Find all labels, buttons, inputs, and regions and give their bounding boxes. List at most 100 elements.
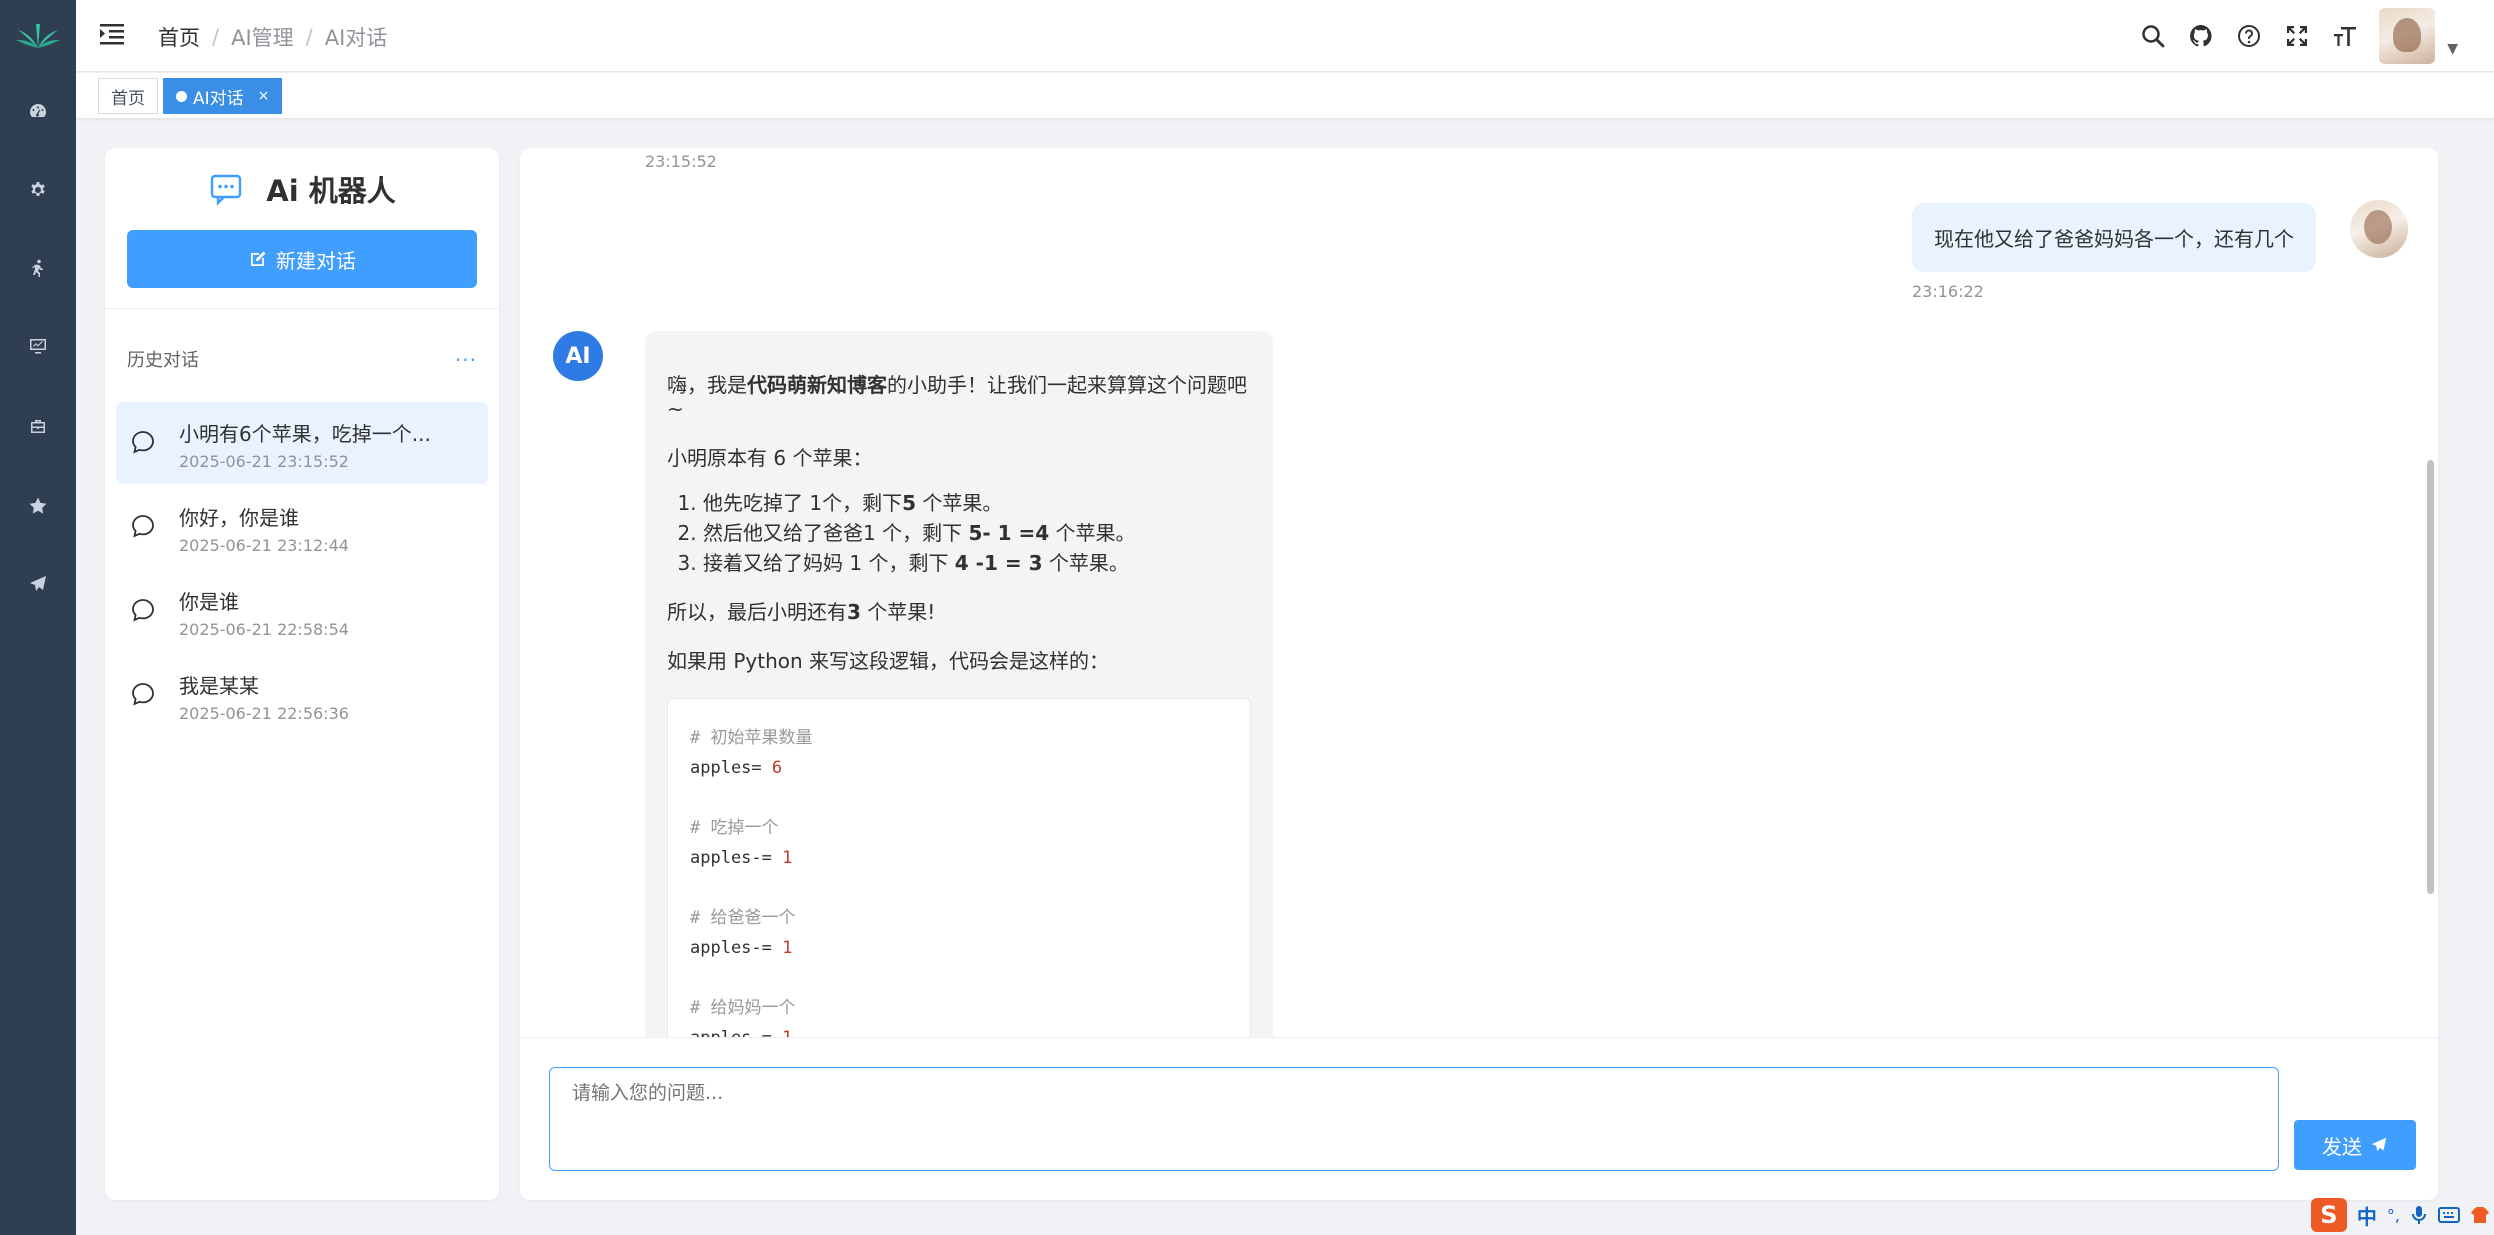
briefcase-icon[interactable] — [26, 414, 50, 438]
skin-icon[interactable] — [2470, 1205, 2490, 1225]
tag-ai-chat-label: AI对话 — [193, 88, 244, 109]
code-line: apples= 6 — [690, 753, 1228, 783]
ai-paragraph: 小明原本有 6 个苹果： — [667, 446, 873, 470]
history-title: 小明有6个苹果，吃掉一个... — [179, 422, 431, 446]
more-icon[interactable]: ··· — [455, 348, 477, 372]
list-item: 然后他又给了爸爸1 个，剩下 5- 1 =4 个苹果。 — [703, 521, 1251, 545]
history-item[interactable]: 你是谁 2025-06-21 22:58:54 — [116, 570, 488, 652]
sidebar-title: Ai 机器人 — [266, 174, 396, 208]
toolbar-icons: ▼ — [2139, 8, 2458, 64]
ai-steps-list: 他先吃掉了 1个，剩下5 个苹果。 然后他又给了爸爸1 个，剩下 5- 1 =4… — [703, 491, 1251, 575]
code-comment: # 给爸爸一个 — [690, 908, 796, 928]
history-title: 你好，你是谁 — [179, 506, 299, 530]
github-icon[interactable] — [2187, 22, 2215, 50]
bold-value: 4 -1 = 3 — [954, 551, 1043, 575]
bold-value: 5- 1 =4 — [968, 521, 1050, 545]
ai-paragraph: 嗨，我是代码萌新知博客的小助手！让我们一起来算算这个问题吧~ — [667, 373, 1251, 421]
ime-logo[interactable]: S — [2310, 1198, 2347, 1232]
text: 嗨，我是 — [667, 373, 747, 397]
logo-icon — [16, 24, 60, 48]
send-label: 发送 — [2322, 1134, 2362, 1159]
send-button[interactable]: 发送 — [2294, 1120, 2416, 1170]
code-line: apples-= 1 — [690, 1023, 1228, 1037]
breadcrumb-ai-chat: AI对话 — [324, 26, 388, 50]
code-number: 1 — [782, 938, 793, 958]
comment-icon — [132, 515, 154, 538]
breadcrumb: 首页 / AI管理 / AI对话 — [158, 22, 387, 52]
history-date: 2025-06-21 22:58:54 — [179, 620, 349, 639]
keyboard-icon[interactable] — [2438, 1206, 2460, 1224]
ime-punct[interactable]: °, — [2387, 1206, 2400, 1225]
ime-language[interactable]: 中 — [2357, 1201, 2377, 1230]
monitor-icon[interactable] — [26, 334, 50, 358]
history-date: 2025-06-21 23:15:52 — [179, 452, 349, 471]
chat-panel: 23:15:52 现在他又给了爸爸妈妈各一个，还有几个 23:16:22 AI … — [520, 148, 2438, 1200]
code-number: 6 — [771, 758, 783, 778]
input-area: 发送 — [520, 1037, 2438, 1200]
close-icon[interactable]: × — [258, 88, 270, 104]
history-item[interactable]: 小明有6个苹果，吃掉一个... 2025-06-21 23:15:52 — [116, 402, 488, 484]
user-message-avatar — [2350, 200, 2408, 258]
new-chat-button[interactable]: 新建对话 — [127, 230, 477, 288]
breadcrumb-home[interactable]: 首页 — [158, 22, 200, 52]
user-run-icon[interactable] — [26, 256, 50, 280]
question-input[interactable] — [549, 1067, 2279, 1171]
blog-name: 代码萌新知博客 — [747, 373, 887, 397]
tag-home-label: 首页 — [111, 88, 145, 109]
breadcrumb-separator: / — [212, 25, 220, 49]
text: 个苹果。 — [1049, 521, 1136, 545]
ai-avatar: AI — [553, 331, 603, 381]
text: 然后他又给了爸爸1 个，剩下 — [703, 521, 969, 545]
breadcrumb-ai-manage[interactable]: AI管理 — [231, 22, 294, 52]
send-plane-icon[interactable] — [26, 572, 50, 596]
code-comment: # 初始苹果数量 — [690, 728, 813, 748]
code-comment: # 给妈妈一个 — [690, 998, 796, 1018]
font-size-icon[interactable] — [2331, 22, 2359, 50]
breadcrumb-separator: / — [305, 25, 313, 49]
code-block: # 初始苹果数量 apples= 6 # 吃掉一个 apples-= 1 # 给… — [667, 698, 1251, 1037]
top-bar: 首页 / AI管理 / AI对话 ▼ — [76, 0, 2494, 72]
dashboard-icon[interactable] — [26, 99, 50, 123]
bold-value: 3 — [847, 600, 861, 624]
text: 他先吃掉了 1个，剩下 — [703, 491, 903, 515]
code-text: apples-= — [690, 938, 783, 958]
message-list[interactable]: 23:15:52 现在他又给了爸爸妈妈各一个，还有几个 23:16:22 AI … — [520, 148, 2438, 1037]
edit-icon — [251, 251, 266, 266]
message-timestamp: 23:16:22 — [1912, 282, 1984, 301]
divider — [105, 308, 499, 309]
user-message-text: 现在他又给了爸爸妈妈各一个，还有几个 — [1934, 227, 2294, 251]
history-item[interactable]: 我是某某 2025-06-21 22:56:36 — [116, 654, 488, 736]
text: 接着又给了妈妈 1 个，剩下 — [703, 551, 955, 575]
comment-icon — [132, 683, 154, 706]
code-number: 1 — [782, 1028, 792, 1037]
tag-ai-chat[interactable]: AI对话 × — [163, 78, 283, 114]
help-icon[interactable] — [2235, 22, 2263, 50]
history-list: 小明有6个苹果，吃掉一个... 2025-06-21 23:15:52 你好，你… — [116, 402, 488, 738]
history-date: 2025-06-21 23:12:44 — [179, 536, 349, 555]
text: 所以，最后小明还有 — [667, 600, 847, 624]
fullscreen-icon[interactable] — [2283, 22, 2311, 50]
left-nav-rail — [0, 0, 76, 1235]
list-item: 接着又给了妈妈 1 个，剩下 4 -1 = 3 个苹果。 — [703, 551, 1251, 575]
microphone-icon[interactable] — [2410, 1204, 2428, 1226]
tag-home[interactable]: 首页 — [98, 78, 158, 114]
ai-paragraph: 如果用 Python 来写这段逻辑，代码会是这样的： — [667, 649, 1110, 673]
user-message-bubble: 现在他又给了爸爸妈妈各一个，还有几个 — [1912, 203, 2316, 272]
send-plane-icon — [2371, 1137, 2387, 1152]
menu-fold-icon[interactable] — [98, 20, 126, 48]
user-avatar[interactable] — [2379, 8, 2436, 64]
code-number: 1 — [782, 848, 793, 868]
sidebar-header: Ai 机器人 — [105, 168, 499, 210]
text: 个苹果。 — [1042, 551, 1129, 575]
code-line: apples-= 1 — [690, 933, 1228, 963]
search-icon[interactable] — [2139, 22, 2167, 50]
comment-icon — [132, 431, 154, 454]
scrollbar-thumb[interactable] — [2427, 460, 2434, 894]
chevron-down-icon[interactable]: ▼ — [2447, 41, 2458, 57]
star-icon[interactable] — [26, 494, 50, 518]
list-item: 他先吃掉了 1个，剩下5 个苹果。 — [703, 491, 1251, 515]
code-text: apples= — [690, 758, 772, 778]
history-date: 2025-06-21 22:56:36 — [179, 704, 349, 723]
history-item[interactable]: 你好，你是谁 2025-06-21 23:12:44 — [116, 486, 488, 568]
settings-icon[interactable] — [26, 177, 50, 201]
